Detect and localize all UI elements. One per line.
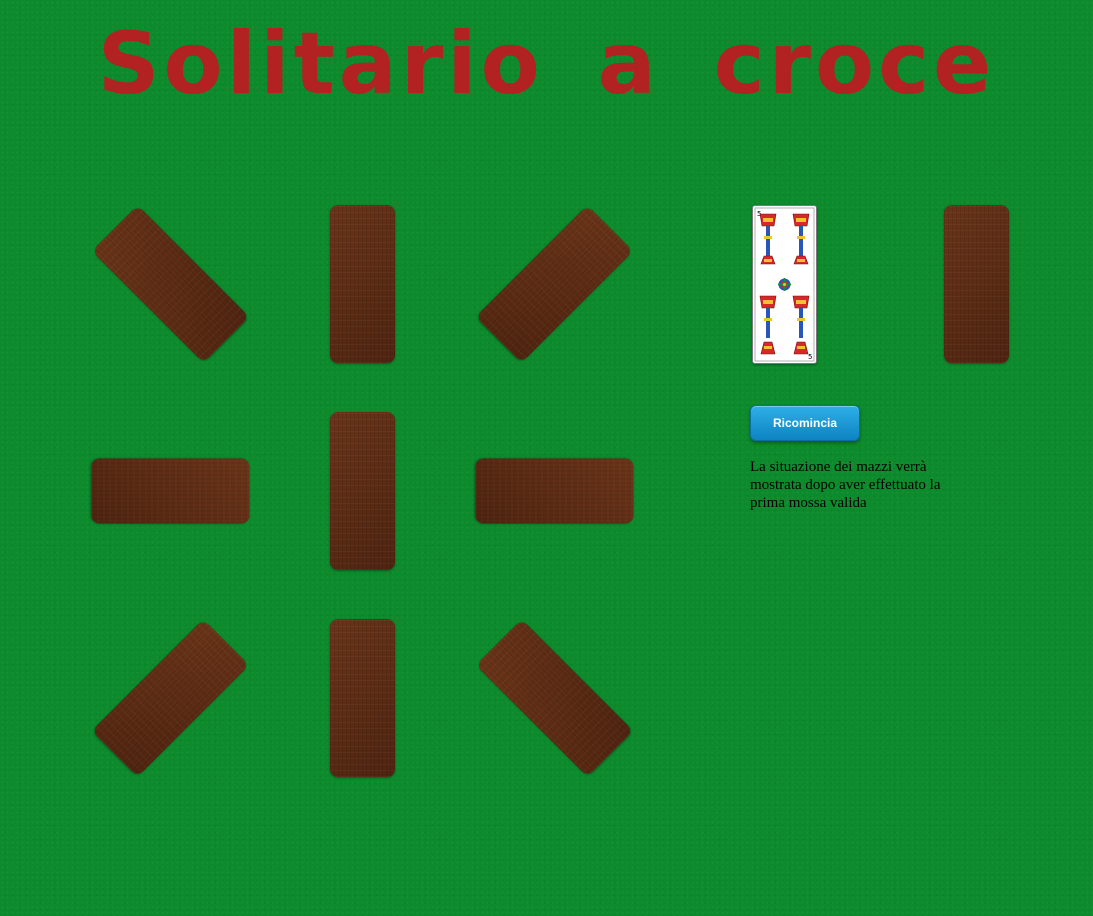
pile-bottom-right[interactable] — [475, 619, 634, 777]
pile-bottom-left[interactable] — [91, 619, 250, 777]
card-rank-bottom: 5 — [808, 353, 812, 361]
deck-pile[interactable] — [944, 205, 1009, 363]
pile-middle-right[interactable] — [475, 458, 634, 524]
pile-top-right[interactable] — [475, 205, 634, 363]
cup-icon — [792, 295, 810, 355]
cup-icon — [792, 213, 810, 265]
five-of-cups-illustration: 5 5 — [754, 207, 815, 362]
pile-top-left[interactable] — [91, 205, 250, 363]
pile-bottom-center[interactable] — [330, 619, 395, 777]
pile-middle-left[interactable] — [91, 458, 250, 524]
cup-icon — [759, 213, 777, 265]
status-message: La situazione dei mazzi verrà mostrata d… — [750, 459, 941, 511]
rosette-icon — [778, 278, 791, 291]
restart-button[interactable]: Ricomincia — [750, 405, 860, 441]
pile-center[interactable] — [330, 412, 395, 570]
current-card[interactable]: 5 5 — [752, 205, 817, 364]
cup-icon — [759, 295, 777, 355]
pile-top-center[interactable] — [330, 205, 395, 363]
page-title: Solitario a croce — [97, 14, 996, 114]
